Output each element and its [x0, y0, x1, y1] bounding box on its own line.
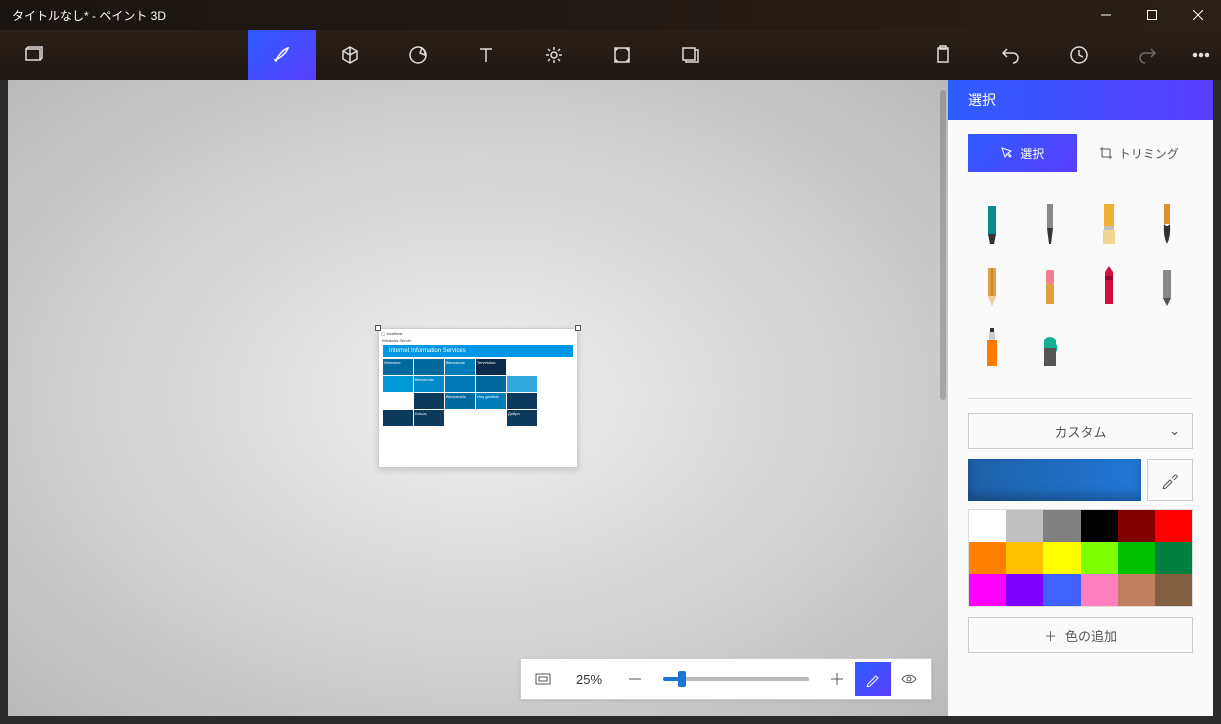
undo-button[interactable] [977, 30, 1045, 80]
3d-library-tool[interactable] [656, 30, 724, 80]
color-swatch[interactable] [1081, 574, 1118, 606]
stickers-tool[interactable] [384, 30, 452, 80]
color-swatch[interactable] [1118, 510, 1155, 542]
fit-screen-button[interactable] [525, 662, 561, 696]
title-bar: タイトルなし* - ペイント 3D [0, 0, 1221, 30]
redo-button[interactable] [1113, 30, 1181, 80]
add-color-button[interactable]: ＋ 色の追加 [968, 617, 1193, 653]
brushes-tool[interactable] [248, 30, 316, 80]
color-swatch[interactable] [1118, 574, 1155, 606]
view-mode-button[interactable] [891, 662, 927, 696]
tab-select[interactable]: 選択 [968, 134, 1077, 172]
canvas-image[interactable]: ◯ localhost Windows Server Internet Info… [378, 328, 578, 468]
menu-button[interactable] [0, 30, 68, 80]
color-swatch[interactable] [1155, 574, 1192, 606]
calligraphy-brush[interactable] [1026, 200, 1074, 248]
watercolor-brush[interactable] [1143, 200, 1191, 248]
embedded-tiles: WelcomeBienvenueTervetuloaBenvenutoBienv… [383, 359, 573, 426]
main-toolbar [0, 30, 1221, 80]
pixel-brush[interactable] [1143, 262, 1191, 310]
text-tool[interactable] [452, 30, 520, 80]
color-swatch[interactable] [1081, 542, 1118, 574]
fill-brush[interactable] [1026, 324, 1074, 372]
color-swatch[interactable] [969, 510, 1006, 542]
color-swatch[interactable] [1155, 542, 1192, 574]
maximize-button[interactable] [1129, 0, 1175, 30]
color-swatch[interactable] [1155, 510, 1192, 542]
color-swatch[interactable] [1006, 574, 1043, 606]
spray-brush[interactable] [968, 324, 1016, 372]
minimize-button[interactable] [1083, 0, 1129, 30]
color-swatch[interactable] [969, 574, 1006, 606]
zoom-slider[interactable] [663, 677, 809, 681]
color-swatch[interactable] [1006, 510, 1043, 542]
side-panel: 選択 選択 トリミング カスタム ⌄ ＋ 色の追加 [948, 80, 1213, 716]
current-color[interactable] [968, 459, 1141, 501]
brush-grid [948, 182, 1213, 390]
oil-brush[interactable] [1085, 200, 1133, 248]
chevron-down-icon: ⌄ [1169, 423, 1180, 439]
color-swatch[interactable] [1043, 542, 1080, 574]
scrollbar-vertical[interactable] [936, 80, 948, 716]
color-swatch[interactable] [1118, 542, 1155, 574]
canvas-workspace[interactable]: ◯ localhost Windows Server Internet Info… [8, 80, 948, 716]
paste-button[interactable] [909, 30, 977, 80]
close-button[interactable] [1175, 0, 1221, 30]
eraser-brush[interactable] [1026, 262, 1074, 310]
canvas-tool[interactable] [588, 30, 656, 80]
tab-crop[interactable]: トリミング [1085, 134, 1194, 172]
edit-mode-button[interactable] [855, 662, 891, 696]
pencil-brush[interactable] [968, 262, 1016, 310]
zoom-in-button[interactable] [819, 662, 855, 696]
color-palette [968, 509, 1193, 607]
window-title: タイトルなし* - ペイント 3D [12, 7, 166, 24]
effects-tool[interactable] [520, 30, 588, 80]
crayon-brush[interactable] [1085, 262, 1133, 310]
marker-brush[interactable] [968, 200, 1016, 248]
color-swatch[interactable] [1081, 510, 1118, 542]
color-swatch[interactable] [969, 542, 1006, 574]
zoom-value: 25% [561, 672, 617, 687]
zoom-out-button[interactable] [617, 662, 653, 696]
plus-icon: ＋ [1044, 626, 1057, 645]
more-button[interactable] [1181, 30, 1221, 80]
color-swatch[interactable] [1006, 542, 1043, 574]
thickness-select[interactable]: カスタム ⌄ [968, 413, 1193, 449]
embedded-titlebar: ◯ localhost [379, 329, 577, 337]
embedded-server: Windows Server [379, 337, 577, 345]
embedded-banner: Internet Information Services [383, 345, 573, 357]
zoom-bar: 25% [520, 658, 932, 700]
color-swatch[interactable] [1043, 510, 1080, 542]
eyedropper-button[interactable] [1147, 459, 1193, 501]
3d-shapes-tool[interactable] [316, 30, 384, 80]
window-controls [1083, 0, 1221, 30]
panel-header: 選択 [948, 80, 1213, 120]
color-swatch[interactable] [1043, 574, 1080, 606]
history-button[interactable] [1045, 30, 1113, 80]
